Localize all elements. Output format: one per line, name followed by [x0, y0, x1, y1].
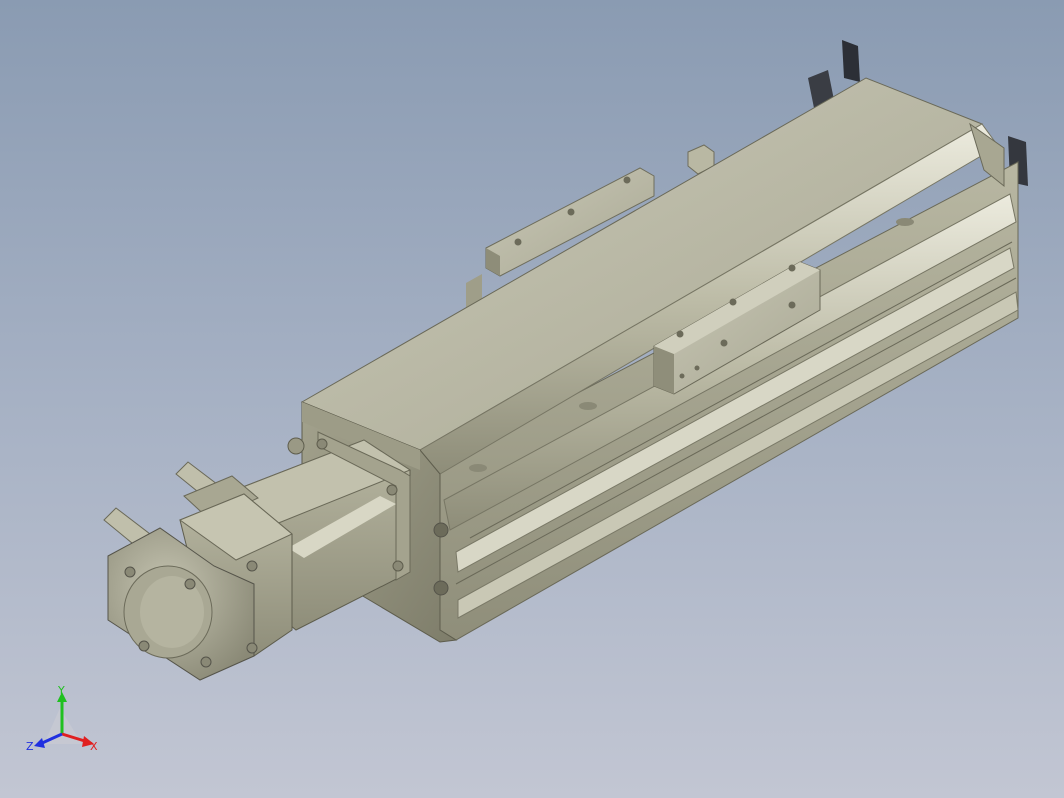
axis-triad[interactable]: Y X Z [24, 684, 108, 758]
x-axis-label: X [90, 740, 98, 753]
z-axis-label: Z [26, 740, 34, 753]
z-axis-arrow [34, 738, 45, 748]
linear-actuator-model[interactable] [0, 0, 1064, 798]
3d-viewport[interactable]: Y X Z [0, 0, 1064, 798]
y-axis-label: Y [57, 684, 65, 697]
